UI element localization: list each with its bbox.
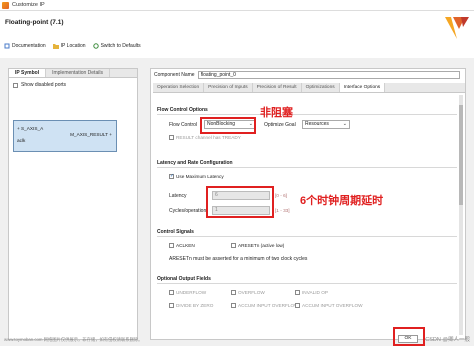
folder-icon (52, 44, 59, 49)
show-disabled-ports-row[interactable]: Show disabled ports (9, 78, 137, 92)
divide-by-zero-checkbox[interactable] (169, 303, 174, 308)
switch-defaults-label: Switch to Defaults (100, 43, 141, 49)
vivado-icon (2, 2, 9, 9)
component-name-input[interactable] (197, 71, 460, 79)
ip-symbol-block: + S_AXIS_A aclk M_AXIS_RESULT + (13, 120, 117, 152)
underflow-option[interactable]: UNDERFLOW (169, 290, 206, 295)
ip-heading: Floating-point (7.1) (5, 19, 64, 26)
dialog-header: Floating-point (7.1) Documentation IP Lo… (0, 11, 474, 58)
show-disabled-label: Show disabled ports (21, 82, 67, 88)
tab-interface-options[interactable]: Interface Options (339, 83, 386, 92)
tab-implementation-details[interactable]: Implementation Details (46, 69, 110, 77)
latency-title: Latency and Rate Configuration (157, 160, 233, 166)
port-m-axis-result[interactable]: M_AXIS_RESULT + (70, 132, 112, 137)
flow-control-title: Flow Control Options (157, 107, 208, 113)
accum-input-overflow-label-2: ACCUM INPUT OVERFLOW (302, 303, 363, 308)
window-titlebar: Customize IP (0, 0, 474, 11)
underflow-label: UNDERFLOW (176, 290, 207, 295)
cycles-range: [1 - 33] (275, 208, 290, 213)
tab-operation-selection[interactable]: Operation Selection (153, 83, 205, 92)
tab-precision-result[interactable]: Precision of Result (253, 83, 302, 92)
aresetn-note: ARESETn must be asserted for a minimum o… (169, 256, 308, 262)
invalid-op-option[interactable]: INVALID OP (295, 290, 328, 295)
result-tready-option[interactable]: RESULT channel has TREADY (169, 135, 241, 140)
scrollbar-thumb[interactable] (459, 105, 463, 205)
underflow-checkbox[interactable] (169, 290, 174, 295)
optimize-goal-value: Resources (305, 121, 329, 127)
divider (157, 167, 457, 168)
chevron-down-icon: ⌄ (342, 121, 347, 127)
cycles-label: Cycles/operation (169, 208, 207, 214)
accum-input-overflow-label: ACCUM INPUT OVERFLOW (238, 303, 299, 308)
invalid-op-label: INVALID OP (302, 290, 328, 295)
latency-highlight (206, 186, 274, 218)
overflow-option[interactable]: OVERFLOW (231, 290, 265, 295)
watermark-footer: www.toymoban.com 网络图片仅供展示，非存储，如有侵权请联系删除。 (4, 337, 143, 342)
use-max-latency-option[interactable]: Use Maximum Latency (169, 173, 224, 179)
invalid-op-checkbox[interactable] (295, 290, 300, 295)
divider (157, 114, 457, 115)
tab-optimizations[interactable]: Optimizations (302, 83, 340, 92)
divider (157, 236, 457, 237)
left-tabs: IP Symbol Implementation Details (9, 69, 137, 78)
accum-input-overflow-checkbox-2[interactable] (295, 303, 300, 308)
divider (157, 283, 457, 284)
vivado-logo (445, 17, 469, 39)
nonblocking-highlight (200, 117, 256, 134)
use-max-latency-label: Use Maximum Latency (176, 174, 224, 179)
component-name-label: Component Name (154, 72, 195, 78)
result-tready-label: RESULT channel has TREADY (176, 135, 241, 140)
toolbar: Documentation IP Location Switch to Defa… (4, 43, 141, 49)
aresetn-label: ARESETn (active low) (238, 243, 285, 248)
documentation-button[interactable]: Documentation (4, 43, 46, 49)
ip-location-button[interactable]: IP Location (52, 43, 86, 49)
component-name-row: Component Name (154, 71, 460, 79)
nonblocking-annotation: 非阻塞 (260, 107, 293, 119)
scrollbar[interactable] (459, 95, 463, 335)
aclken-option[interactable]: ACLKEN (169, 243, 195, 248)
aclken-label: ACLKEN (176, 243, 195, 248)
latency-annotation: 6个时钟周期延时 (300, 195, 384, 207)
result-tready-checkbox[interactable] (169, 135, 174, 140)
window-title: Customize IP (12, 2, 45, 8)
tab-ip-symbol[interactable]: IP Symbol (9, 69, 47, 77)
documentation-label: Documentation (12, 43, 46, 49)
csdn-watermark: CSDN @卿人一般 (425, 337, 470, 343)
control-signals-title: Control Signals (157, 229, 194, 235)
ip-symbol-panel: IP Symbol Implementation Details Show di… (8, 68, 138, 340)
optimize-goal-label: Optimize Goal (264, 122, 296, 128)
port-aclk[interactable]: aclk (17, 138, 25, 143)
flow-control-label: Flow Control (169, 122, 198, 128)
ok-button[interactable]: OK (398, 335, 418, 343)
switch-defaults-button[interactable]: Switch to Defaults (92, 43, 141, 49)
tab-precision-inputs[interactable]: Precision of Inputs (204, 83, 253, 92)
refresh-icon (92, 43, 99, 49)
optional-outputs-title: Optional Output Fields (157, 276, 211, 282)
port-s-axis-a[interactable]: + S_AXIS_A (17, 126, 43, 131)
overflow-checkbox[interactable] (231, 290, 236, 295)
latency-range: [0 - 6] (275, 193, 287, 198)
ip-location-label: IP Location (60, 43, 86, 49)
accum-input-overflow-option-2[interactable]: ACCUM INPUT OVERFLOW (295, 303, 363, 308)
book-icon (4, 43, 10, 49)
aclken-checkbox[interactable] (169, 243, 174, 248)
optimize-goal-select[interactable]: Resources ⌄ (302, 120, 350, 129)
aresetn-checkbox[interactable] (231, 243, 236, 248)
divide-by-zero-option[interactable]: DIVIDE BY ZERO (169, 303, 213, 308)
accum-input-overflow-option[interactable]: ACCUM INPUT OVERFLOW (231, 303, 299, 308)
aresetn-option[interactable]: ARESETn (active low) (231, 243, 284, 248)
config-tabs: Operation Selection Precision of Inputs … (153, 83, 465, 93)
overflow-label: OVERFLOW (238, 290, 265, 295)
use-max-latency-checkbox[interactable] (169, 173, 174, 179)
latency-label: Latency (169, 193, 187, 199)
show-disabled-checkbox[interactable] (13, 82, 18, 88)
accum-input-overflow-checkbox[interactable] (231, 303, 236, 308)
divide-by-zero-label: DIVIDE BY ZERO (176, 303, 214, 308)
